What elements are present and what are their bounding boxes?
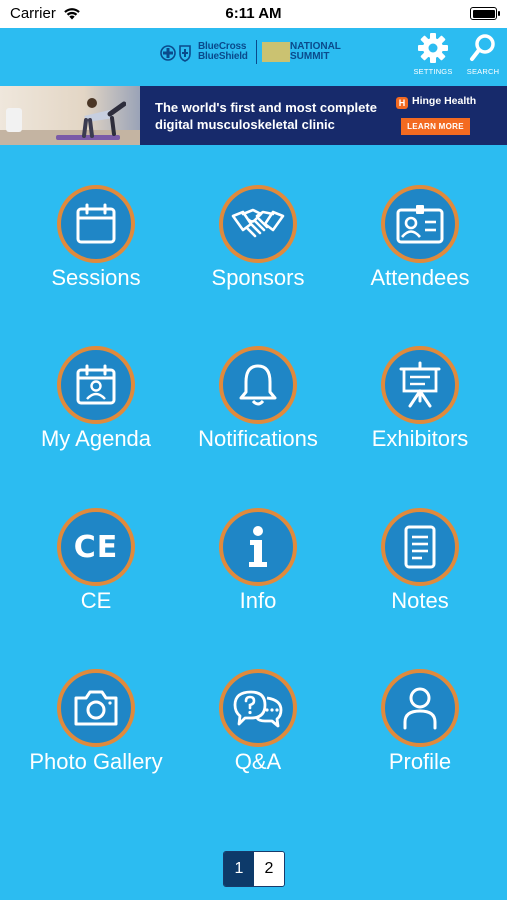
settings-button[interactable]: SETTINGS [408,32,458,76]
hinge-brand-label: Hinge Health [412,95,477,107]
logo-year-mark [262,42,290,62]
tile-my-agenda[interactable]: My Agenda [15,346,177,496]
id-badge-icon [396,205,444,244]
calendar-icon [76,203,116,244]
chat-question-icon [233,690,283,728]
camera-icon [74,690,118,726]
info-icon [249,526,267,567]
clock: 6:11 AM [225,5,282,22]
search-button[interactable]: SEARCH [458,32,507,76]
tile-label: Notifications [198,426,318,451]
app-header: BlueCross BlueShield NATIONAL SUMMIT SET… [0,28,507,86]
agenda-person-icon [76,364,116,405]
ce-text-icon: CE [73,529,119,565]
hinge-logo-icon: H [396,97,408,109]
status-bar: Carrier 6:11 AM [0,0,507,28]
tile-qa[interactable]: Q&A [177,669,339,819]
logo-summit-line2: SUMMIT [290,51,330,62]
tile-photo-gallery[interactable]: Photo Gallery [15,669,177,819]
tile-sponsors[interactable]: Sponsors [177,185,339,335]
search-icon [470,34,495,61]
exercising-person-illustration [82,98,126,138]
handshake-icon [231,208,285,238]
tile-label: Sponsors [211,265,305,290]
tile-profile[interactable]: Profile [339,669,501,819]
tile-label: My Agenda [40,426,152,451]
tile-label: Exhibitors [371,426,469,451]
tile-label: Photo Gallery [29,749,163,774]
logo-bcbs-line2: BlueShield [198,51,248,62]
pagination: 1 2 [223,851,285,887]
tile-ce[interactable]: CE CE [15,508,177,658]
summit-logo: BlueCross BlueShield NATIONAL SUMMIT [160,40,355,66]
tile-notes[interactable]: Notes [339,508,501,658]
search-label: SEARCH [466,67,500,76]
bcbs-cross-shield-icon [160,45,191,62]
easel-icon [399,361,441,408]
gear-icon [418,33,448,63]
logo-divider [256,40,257,64]
battery-icon [470,7,500,20]
tile-label: Q&A [234,749,282,774]
learn-more-button[interactable]: LEARN MORE [401,118,470,135]
tile-label: Sessions [51,265,141,290]
banner-headline-line2: digital musculoskeletal clinic [155,117,335,132]
page-1-button[interactable]: 1 [224,852,254,886]
tile-exhibitors[interactable]: Exhibitors [339,346,501,496]
tile-info[interactable]: Info [177,508,339,658]
settings-label: SETTINGS [413,67,453,76]
tile-label: Profile [388,749,452,774]
hinge-health-banner[interactable]: The world's first and most complete digi… [0,86,507,145]
tile-label: Notes [391,588,449,613]
hinge-health-logo: H Hinge Health [396,95,476,109]
notes-icon [404,525,436,569]
banner-photo [0,86,140,145]
tile-label: CE [80,588,112,613]
banner-headline-line1: The world's first and most complete [155,100,377,115]
tile-label: Info [239,588,277,613]
page-2-button[interactable]: 2 [254,852,284,886]
person-icon [403,687,437,730]
tile-sessions[interactable]: Sessions [15,185,177,335]
bell-icon [239,364,277,406]
tile-attendees[interactable]: Attendees [339,185,501,335]
tile-notifications[interactable]: Notifications [177,346,339,496]
tile-label: Attendees [370,265,470,290]
